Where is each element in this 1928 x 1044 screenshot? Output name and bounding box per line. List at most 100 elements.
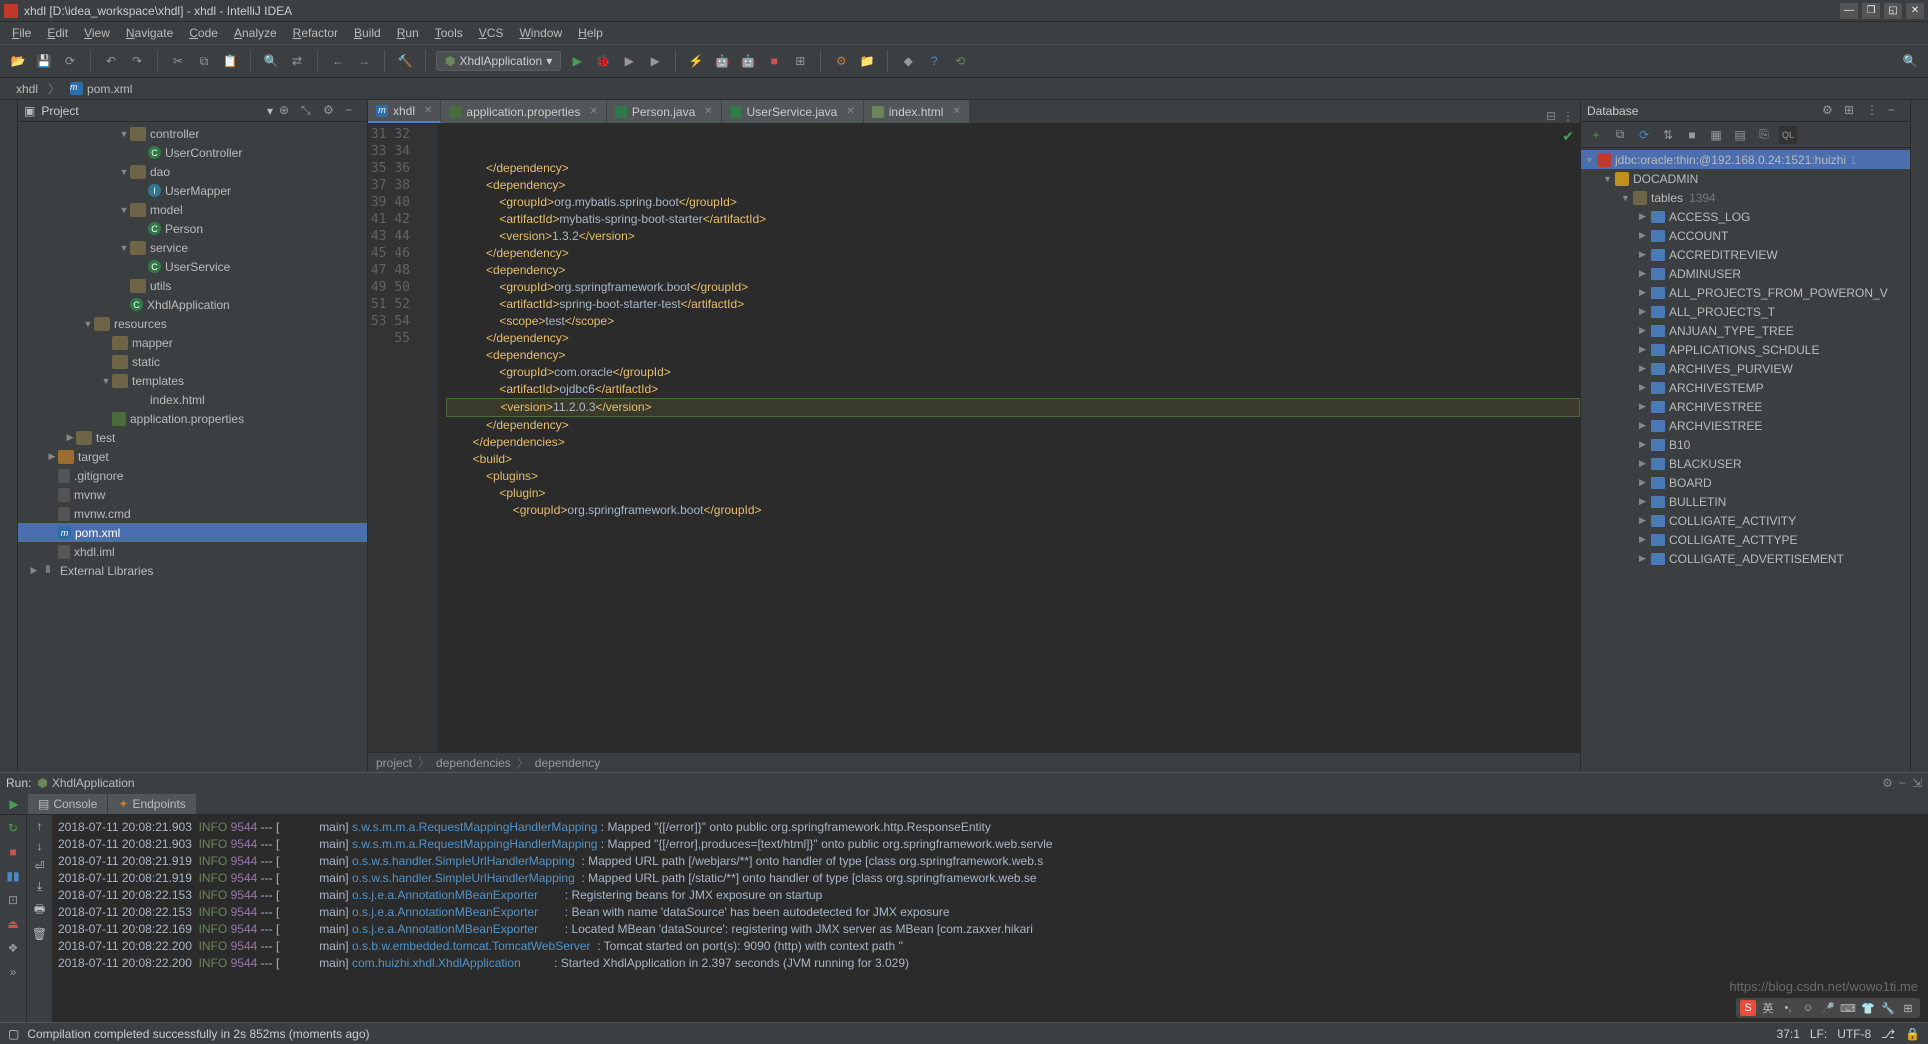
tree-item-mvnw[interactable]: mvnw <box>18 485 367 504</box>
restore-button[interactable]: ◱ <box>1884 3 1902 19</box>
forward-icon[interactable]: → <box>354 51 374 71</box>
db-item-docadmin[interactable]: ▼DOCADMIN <box>1581 169 1910 188</box>
db-refresh-icon[interactable]: ⟳ <box>1635 126 1653 144</box>
menu-file[interactable]: File <box>6 24 37 42</box>
attach-icon[interactable]: ⚡ <box>686 51 706 71</box>
menu-run[interactable]: Run <box>391 24 425 42</box>
menu-window[interactable]: Window <box>513 24 568 42</box>
undo-icon[interactable]: ↶ <box>101 51 121 71</box>
pin-icon[interactable]: » <box>4 963 22 981</box>
ime-mic-icon[interactable]: 🎤 <box>1820 1000 1836 1016</box>
line-separator[interactable]: LF: <box>1810 1027 1827 1041</box>
editor-breadcrumb-item[interactable]: project <box>376 756 412 770</box>
file-encoding[interactable]: UTF-8 <box>1837 1027 1871 1041</box>
db-item-bulletin[interactable]: ▶BULLETIN <box>1581 492 1910 511</box>
redo-icon[interactable]: ↷ <box>127 51 147 71</box>
project-structure-icon[interactable]: 📁 <box>857 51 877 71</box>
editor-breadcrumb-item[interactable]: dependency <box>535 756 600 770</box>
tree-item-application-properties[interactable]: application.properties <box>18 409 367 428</box>
db-item-colligate_advertisement[interactable]: ▶COLLIGATE_ADVERTISEMENT <box>1581 549 1910 568</box>
more-icon[interactable]: ⋮ <box>1562 109 1574 123</box>
menu-navigate[interactable]: Navigate <box>120 24 179 42</box>
tree-item-person[interactable]: CPerson <box>18 219 367 238</box>
db-console-icon[interactable]: ▤ <box>1731 126 1749 144</box>
ime-skin-icon[interactable]: 👕 <box>1860 1000 1876 1016</box>
tree-item-xhdl-iml[interactable]: xhdl.iml <box>18 542 367 561</box>
breadcrumb-item[interactable]: xhdl <box>8 81 42 97</box>
db-item-accreditreview[interactable]: ▶ACCREDITREVIEW <box>1581 245 1910 264</box>
pause-icon[interactable]: ▮▮ <box>4 867 22 885</box>
database-tree[interactable]: ▼jdbc:oracle:thin:@192.168.0.24:1521:hui… <box>1581 148 1910 772</box>
rerun-icon[interactable]: ▶ <box>0 797 28 811</box>
tree-item-mapper[interactable]: mapper <box>18 333 367 352</box>
tree-item--gitignore[interactable]: .gitignore <box>18 466 367 485</box>
print-icon[interactable]: 🖶 <box>34 900 45 921</box>
menu-code[interactable]: Code <box>183 24 224 42</box>
tree-item-model[interactable]: ▼model <box>18 200 367 219</box>
refresh-icon[interactable]: ⟳ <box>60 51 80 71</box>
down-icon[interactable]: ↓ <box>37 839 43 853</box>
editor-tab-userservice-java[interactable]: UserService.java✕ <box>722 100 864 123</box>
project-tree[interactable]: ▼controllerCUserController▼daoIUserMappe… <box>18 122 367 772</box>
ime-punct-icon[interactable]: •, <box>1780 1000 1796 1016</box>
close-tab-icon[interactable]: ✕ <box>424 105 432 116</box>
menu-help[interactable]: Help <box>572 24 609 42</box>
db-item-b10[interactable]: ▶B10 <box>1581 435 1910 454</box>
close-tab-icon[interactable]: ✕ <box>846 106 854 117</box>
sogou-icon[interactable]: S <box>1740 1000 1756 1016</box>
jrebel-icon[interactable]: ⟲ <box>950 51 970 71</box>
close-button[interactable]: ✕ <box>1906 3 1924 19</box>
add-datasource-icon[interactable]: + <box>1587 126 1605 144</box>
sdk-icon[interactable]: ◆ <box>898 51 918 71</box>
editor-breadcrumb-item[interactable]: dependencies <box>436 756 511 770</box>
menu-view[interactable]: View <box>78 24 116 42</box>
tree-item-test[interactable]: ▶test <box>18 428 367 447</box>
tree-item-pom-xml[interactable]: mpom.xml <box>18 523 367 542</box>
clear-icon[interactable]: 🗑 <box>32 927 47 941</box>
editor-tab-person-java[interactable]: Person.java✕ <box>607 100 722 123</box>
layout-icon[interactable]: ⊞ <box>790 51 810 71</box>
db-stop-icon[interactable]: ■ <box>1683 126 1701 144</box>
ime-menu-icon[interactable]: ⊞ <box>1900 1000 1916 1016</box>
replace-icon[interactable]: ⇄ <box>287 51 307 71</box>
tree-item-templates[interactable]: ▼templates <box>18 371 367 390</box>
tree-item-utils[interactable]: utils <box>18 276 367 295</box>
tree-item-target[interactable]: ▶target <box>18 447 367 466</box>
db-item-blackuser[interactable]: ▶BLACKUSER <box>1581 454 1910 473</box>
close-tab-icon[interactable]: ✕ <box>952 106 960 117</box>
editor-tab-application-properties[interactable]: application.properties✕ <box>441 100 606 123</box>
db-item-colligate_activity[interactable]: ▶COLLIGATE_ACTIVITY <box>1581 511 1910 530</box>
db-item-account[interactable]: ▶ACCOUNT <box>1581 226 1910 245</box>
db-item-applications_schdule[interactable]: ▶APPLICATIONS_SCHDULE <box>1581 340 1910 359</box>
db-sync-icon[interactable]: ⇅ <box>1659 126 1677 144</box>
db-more-icon[interactable]: ⋮ <box>1866 103 1882 119</box>
open-icon[interactable]: 📂 <box>8 51 28 71</box>
git-icon[interactable]: ⎇ <box>1881 1027 1895 1041</box>
menu-build[interactable]: Build <box>348 24 387 42</box>
tree-item-service[interactable]: ▼service <box>18 238 367 257</box>
console-tab[interactable]: ▤Console <box>28 794 108 814</box>
menu-analyze[interactable]: Analyze <box>228 24 283 42</box>
locate-icon[interactable]: ⊕ <box>279 103 295 119</box>
tree-item-usermapper[interactable]: IUserMapper <box>18 181 367 200</box>
status-icon[interactable]: ▢ <box>8 1027 19 1041</box>
coverage-icon[interactable]: ▶ <box>619 51 639 71</box>
cut-icon[interactable]: ✂ <box>168 51 188 71</box>
db-item-archviestree[interactable]: ▶ARCHVIESTREE <box>1581 416 1910 435</box>
code-editor[interactable]: </dependency> <dependency> <groupId>org.… <box>438 124 1580 752</box>
editor-tab-index-html[interactable]: index.html✕ <box>864 100 970 123</box>
rerun-icon[interactable]: ↻ <box>4 819 22 837</box>
tab-list-icon[interactable]: ⊟ <box>1546 109 1556 123</box>
menu-edit[interactable]: Edit <box>41 24 74 42</box>
settings-icon[interactable]: ⚙ <box>831 51 851 71</box>
minimize-button[interactable]: — <box>1840 3 1858 19</box>
paste-icon[interactable]: 📋 <box>220 51 240 71</box>
db-filter-icon[interactable]: ⊞ <box>1844 103 1860 119</box>
tree-item-mvnw-cmd[interactable]: mvnw.cmd <box>18 504 367 523</box>
profile-icon[interactable]: ▶ <box>645 51 665 71</box>
search-everywhere-icon[interactable]: 🔍 <box>1900 51 1920 71</box>
db-table-icon[interactable]: ▦ <box>1707 126 1725 144</box>
layout-icon[interactable]: ❖ <box>4 939 22 957</box>
settings-icon[interactable]: ⚙ <box>323 103 339 119</box>
db-item-archivestree[interactable]: ▶ARCHIVESTREE <box>1581 397 1910 416</box>
